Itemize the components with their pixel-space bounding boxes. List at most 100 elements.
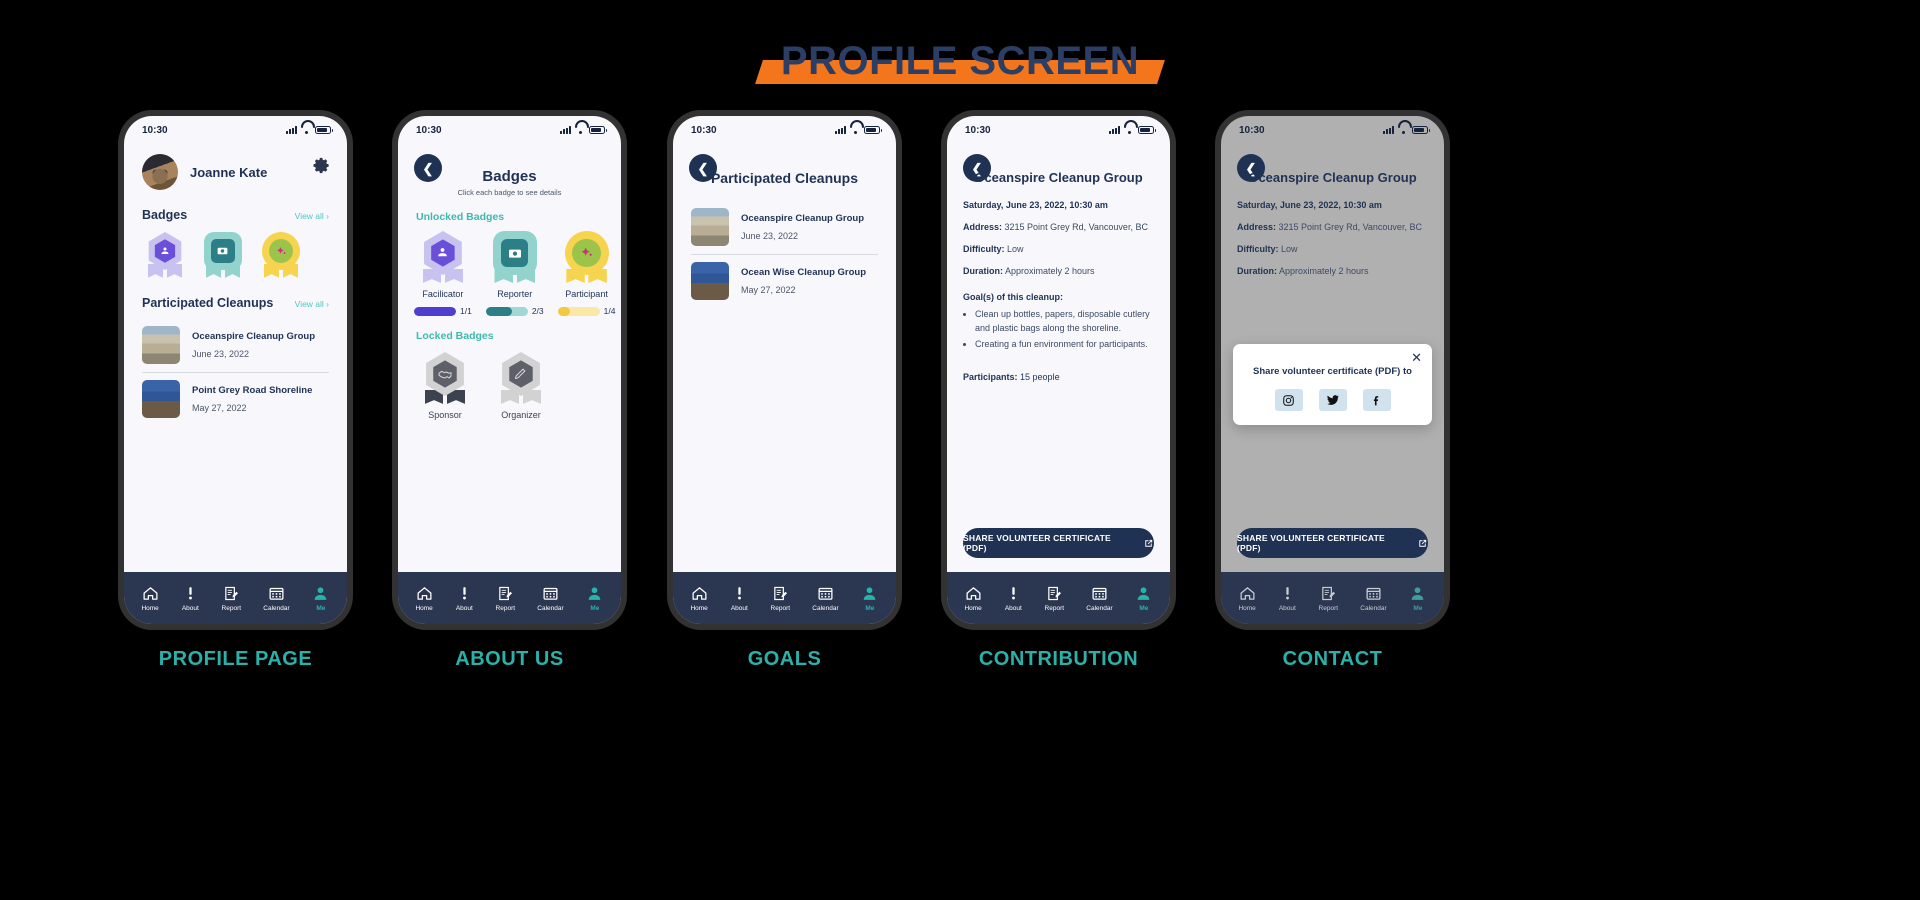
nav-item-about[interactable]: About <box>1004 585 1022 612</box>
share-certificate-button[interactable]: SHARE VOLUNTEER CERTIFICATE (PDF) <box>963 528 1154 558</box>
screen-cleanups: 10:30 ❮ Participated Cleanups Oceanspire… <box>673 116 896 624</box>
badge-card-organizer[interactable]: Organizer <box>490 352 552 420</box>
profile-content: Joanne Kate Badges View all › Participat… <box>124 144 347 572</box>
nav-item-report[interactable]: Report <box>1044 585 1065 612</box>
nav-item-about[interactable]: About <box>730 585 748 612</box>
nav-item-calendar[interactable]: Calendar <box>1086 585 1113 612</box>
badge-progress-value: 1/4 <box>603 306 616 316</box>
page-heading: Oceanspire Cleanup Group <box>1248 170 1417 185</box>
detail-datetime: Saturday, June 23, 2022, 10:30 am <box>1237 199 1428 211</box>
nav-item-calendar[interactable]: Calendar <box>537 585 564 612</box>
badge-participant[interactable] <box>262 232 300 278</box>
detail-difficulty-value: Low <box>1281 244 1298 255</box>
facebook-icon[interactable] <box>1362 389 1391 411</box>
badge-card-sponsor[interactable]: Sponsor <box>414 352 476 420</box>
view-all-badges-link[interactable]: View all › <box>295 211 329 221</box>
exclamation-icon <box>1004 585 1022 602</box>
nav-label: Report <box>1044 604 1065 612</box>
view-all-cleanups-link[interactable]: View all › <box>295 299 329 309</box>
share-button-label: SHARE VOLUNTEER CERTIFICATE (PDF) <box>963 533 1111 553</box>
badge-progress: 1/1 <box>414 306 472 316</box>
nav-item-home[interactable]: Home <box>964 585 982 612</box>
report-icon <box>496 585 514 602</box>
badge-reporter[interactable] <box>204 232 242 278</box>
share-certificate-button[interactable]: SHARE VOLUNTEER CERTIFICATE (PDF) <box>1237 528 1428 558</box>
nav-item-report[interactable]: Report <box>770 585 791 612</box>
caption-goals: GOALS <box>747 648 822 670</box>
calendar-icon <box>1364 585 1382 602</box>
share-button-label: SHARE VOLUNTEER CERTIFICATE (PDF) <box>1237 533 1385 553</box>
facilitator-badge-icon <box>438 248 448 257</box>
detail-participants-label: Participants: <box>963 372 1018 383</box>
nav-label: About <box>181 604 199 612</box>
status-icons <box>1383 126 1430 134</box>
avatar <box>142 154 178 190</box>
nav-item-calendar[interactable]: Calendar <box>812 585 839 612</box>
nav-item-me[interactable]: Me <box>312 585 330 612</box>
person-icon <box>861 585 879 602</box>
bottom-nav: Home About Report Calendar Me <box>398 572 621 624</box>
instagram-icon[interactable] <box>1274 389 1303 411</box>
screen-profile: 10:30 Joanne Kate Badges View all › Part… <box>124 116 347 624</box>
list-item[interactable]: Ocean Wise Cleanup Group May 27, 2022 <box>691 254 878 308</box>
nav-item-home[interactable]: Home <box>141 585 159 612</box>
nav-item-me[interactable]: Me <box>861 585 879 612</box>
unlocked-badges-label: Unlocked Badges <box>416 211 505 223</box>
badges-content: ❮ Badges Click each badge to see details… <box>398 144 621 572</box>
detail-duration: Duration: Approximately 2 hours <box>1237 265 1428 277</box>
status-bar: 10:30 <box>947 116 1170 144</box>
nav-label: About <box>730 604 748 612</box>
calendar-icon <box>267 585 285 602</box>
badge-name: Sponsor <box>428 410 462 420</box>
badge-progress-value: 1/1 <box>460 306 472 316</box>
nav-item-calendar[interactable]: Calendar <box>1360 585 1387 612</box>
phone-frame-badges: 10:30 ❮ Badges Click each badge to see d… <box>392 110 627 630</box>
battery-icon <box>315 126 333 134</box>
status-time: 10:30 <box>965 124 991 136</box>
bottom-nav: Home About Report Calendar Me <box>1221 572 1444 624</box>
cleanup-list: Oceanspire Cleanup Group June 23, 2022 P… <box>124 318 347 426</box>
cleanup-title: Oceanspire Cleanup Group <box>741 212 864 224</box>
nav-item-me[interactable]: Me <box>586 585 604 612</box>
cleanup-thumbnail <box>691 262 729 300</box>
list-item[interactable]: Oceanspire Cleanup Group June 23, 2022 <box>691 200 878 254</box>
nav-item-about[interactable]: About <box>1278 585 1296 612</box>
nav-item-home[interactable]: Home <box>1238 585 1256 612</box>
list-item[interactable]: Oceanspire Cleanup Group June 23, 2022 <box>142 318 329 372</box>
signal-icon <box>835 126 846 134</box>
nav-item-about[interactable]: About <box>455 585 473 612</box>
nav-label: Home <box>964 604 982 612</box>
badge-card-facilitator[interactable]: Facilicator 1/1 <box>414 231 472 316</box>
person-icon <box>586 585 604 602</box>
nav-label: Report <box>770 604 791 612</box>
badge-card-participant[interactable]: Participant 1/4 <box>557 231 616 316</box>
nav-item-me[interactable]: Me <box>1409 585 1427 612</box>
handshake-icon <box>438 370 452 379</box>
detail-duration-value: Approximately 2 hours <box>1279 266 1369 277</box>
list-item[interactable]: Point Grey Road Shoreline May 27, 2022 <box>142 372 329 426</box>
share-socials <box>1245 389 1420 411</box>
close-icon[interactable]: ✕ <box>1411 351 1422 364</box>
phone-frame-cleanups: 10:30 ❮ Participated Cleanups Oceanspire… <box>667 110 902 630</box>
nav-label: Home <box>141 604 159 612</box>
nav-item-home[interactable]: Home <box>690 585 708 612</box>
status-time: 10:30 <box>1239 124 1265 136</box>
nav-item-report[interactable]: Report <box>222 585 241 612</box>
nav-item-report[interactable]: Report <box>496 585 515 612</box>
caption-contact: CONTACT <box>1282 648 1383 670</box>
nav-item-calendar[interactable]: Calendar <box>263 585 290 612</box>
nav-item-about[interactable]: About <box>181 585 199 612</box>
badge-facilitator[interactable] <box>146 232 184 278</box>
battery-icon <box>589 126 607 134</box>
report-icon <box>222 585 240 602</box>
badge-card-reporter[interactable]: Reporter 2/3 <box>485 231 544 316</box>
nav-item-me[interactable]: Me <box>1135 585 1153 612</box>
nav-label: Me <box>1413 604 1423 612</box>
badge-name: Reporter <box>497 289 533 299</box>
battery-icon <box>864 126 882 134</box>
wifi-icon <box>1398 126 1408 134</box>
twitter-icon[interactable] <box>1318 389 1347 411</box>
nav-item-report[interactable]: Report <box>1319 585 1338 612</box>
nav-item-home[interactable]: Home <box>415 585 433 612</box>
gear-icon[interactable] <box>312 156 331 175</box>
